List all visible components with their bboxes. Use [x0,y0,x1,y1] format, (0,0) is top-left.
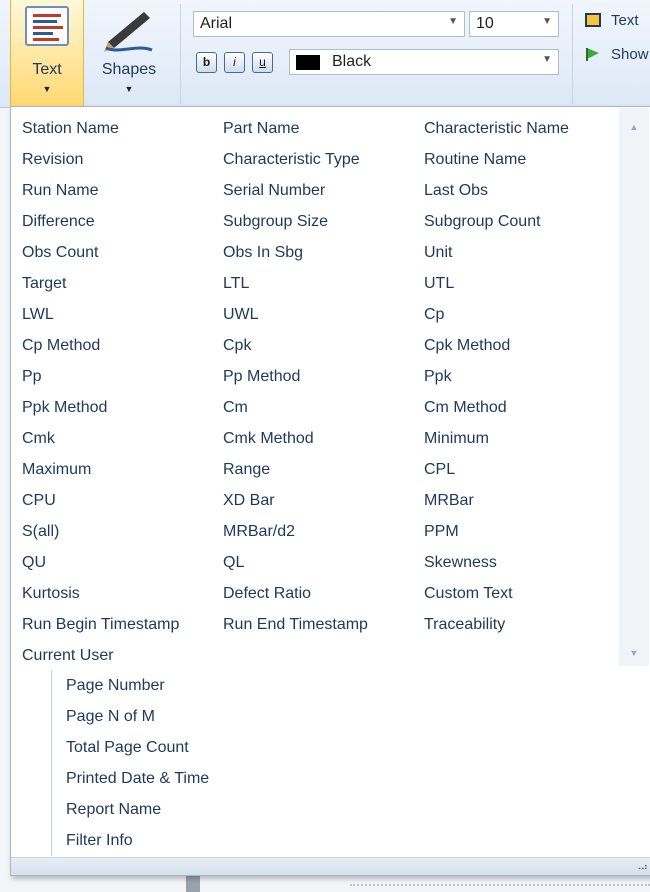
font-size-value: 10 [476,15,494,32]
shapes-button-label: Shapes [101,61,157,78]
flag-icon [585,47,601,61]
menu-item[interactable]: Cpk Method [414,330,618,361]
text-frame-label: Text [611,12,639,29]
menu-item[interactable]: Serial Number [213,175,414,206]
menu-item[interactable]: UWL [213,299,414,330]
menu-item[interactable]: CPL [414,454,618,485]
menu-item[interactable]: Defect Ratio [213,578,414,609]
text-button-label: Text [32,61,62,78]
menu-item[interactable]: Kurtosis [12,578,213,609]
menu-item[interactable]: Traceability [414,609,618,640]
scroll-up-icon[interactable]: ▲ [619,122,649,132]
menu-item[interactable]: Custom Text [414,578,618,609]
menu-item[interactable]: Run End Timestamp [213,609,414,640]
font-family-select[interactable]: Arial ▼ [193,11,465,37]
ribbon: Text ▼ Shapes ▼ Arial ▼ 10 ▼ b i u Black… [0,0,650,108]
menu-item[interactable]: Characteristic Type [213,144,414,175]
ribbon-separator [180,4,181,104]
canvas-dotted-border [350,884,650,886]
menu-item[interactable]: Cp [414,299,618,330]
chevron-down-icon: ▼ [448,16,458,27]
menu-item[interactable]: LWL [12,299,213,330]
menu-item[interactable]: Subgroup Count [414,206,618,237]
menu-item[interactable]: Subgroup Size [213,206,414,237]
resize-grip-icon[interactable]: ⠠⠴ [634,862,648,873]
menu-item[interactable]: Unit [414,237,618,268]
menu-item-page-number[interactable]: Page Number [52,670,251,701]
menu-item[interactable]: PPM [414,516,618,547]
menu-item-page-n-of-m[interactable]: Page N of M [52,701,251,732]
italic-button[interactable]: i [224,52,245,73]
menu-item[interactable]: Revision [12,144,213,175]
menu-item[interactable]: Last Obs [414,175,618,206]
menu-item[interactable]: Difference [12,206,213,237]
menu-item[interactable]: Cmk Method [213,423,414,454]
frame-icon [585,13,601,27]
show-label: Show [611,46,649,63]
menu-item[interactable]: CPU [12,485,213,516]
menu-item[interactable]: Range [213,454,414,485]
menu-item[interactable]: Cp Method [12,330,213,361]
menu-item[interactable]: QU [12,547,213,578]
field-grid: Station Name Part Name Characteristic Na… [12,108,618,666]
scroll-down-icon[interactable]: ▼ [619,648,649,658]
font-family-value: Arial [200,15,233,32]
menu-item-total-page-count[interactable]: Total Page Count [52,732,251,763]
system-field-list: Page Number Page N of M Total Page Count… [51,670,251,856]
menu-item[interactable]: QL [213,547,414,578]
text-button[interactable]: Text ▼ [10,0,84,108]
show-button[interactable]: Show [585,46,649,63]
menu-footer: ⠠⠴ [11,857,650,875]
shapes-button[interactable]: Shapes ▼ [92,0,166,108]
chevron-down-icon: ▼ [124,84,134,94]
menu-item[interactable]: Maximum [12,454,213,485]
menu-item-filter-info[interactable]: Filter Info [52,825,251,856]
text-frame-button[interactable]: Text [585,12,639,29]
menu-item[interactable]: Part Name [213,113,414,144]
underline-button[interactable]: u [252,52,273,73]
menu-item[interactable]: Characteristic Name [414,113,618,144]
font-color-value: Black [332,53,372,70]
menu-item[interactable]: Pp [12,361,213,392]
menu-item[interactable]: Minimum [414,423,618,454]
menu-item[interactable]: Cpk [213,330,414,361]
menu-item[interactable]: Station Name [12,113,213,144]
menu-item-printed-date-time[interactable]: Printed Date & Time [52,763,251,794]
menu-item-report-name[interactable]: Report Name [52,794,251,825]
menu-item[interactable]: Cm Method [414,392,618,423]
chevron-down-icon: ▼ [42,84,52,94]
menu-item[interactable]: MRBar [414,485,618,516]
color-swatch [296,55,320,70]
menu-item[interactable]: Run Name [12,175,213,206]
menu-item[interactable]: Run Begin Timestamp [12,609,213,640]
text-field-dropdown: Station Name Part Name Characteristic Na… [10,106,650,876]
menu-item[interactable]: XD Bar [213,485,414,516]
font-size-select[interactable]: 10 ▼ [469,11,559,37]
menu-item[interactable]: Skewness [414,547,618,578]
menu-item[interactable]: Target [12,268,213,299]
ribbon-separator [572,4,573,104]
menu-item[interactable]: Cmk [12,423,213,454]
menu-scrollbar[interactable]: ▲ ▼ [619,108,649,666]
menu-item[interactable]: LTL [213,268,414,299]
text-field-icon [25,6,69,46]
bold-button[interactable]: b [196,52,217,73]
chevron-down-icon: ▼ [542,54,552,65]
menu-item[interactable]: Ppk Method [12,392,213,423]
menu-item[interactable]: UTL [414,268,618,299]
menu-item[interactable]: Cm [213,392,414,423]
pencil-icon [104,12,153,52]
menu-item[interactable]: Obs Count [12,237,213,268]
menu-item[interactable]: Ppk [414,361,618,392]
menu-item[interactable]: S(all) [12,516,213,547]
menu-item[interactable]: MRBar/d2 [213,516,414,547]
font-color-select[interactable]: Black ▼ [289,49,559,75]
menu-item[interactable]: Obs In Sbg [213,237,414,268]
menu-item[interactable]: Pp Method [213,361,414,392]
menu-item[interactable]: Current User [12,640,213,671]
menu-item[interactable]: Routine Name [414,144,618,175]
chevron-down-icon: ▼ [542,16,552,27]
